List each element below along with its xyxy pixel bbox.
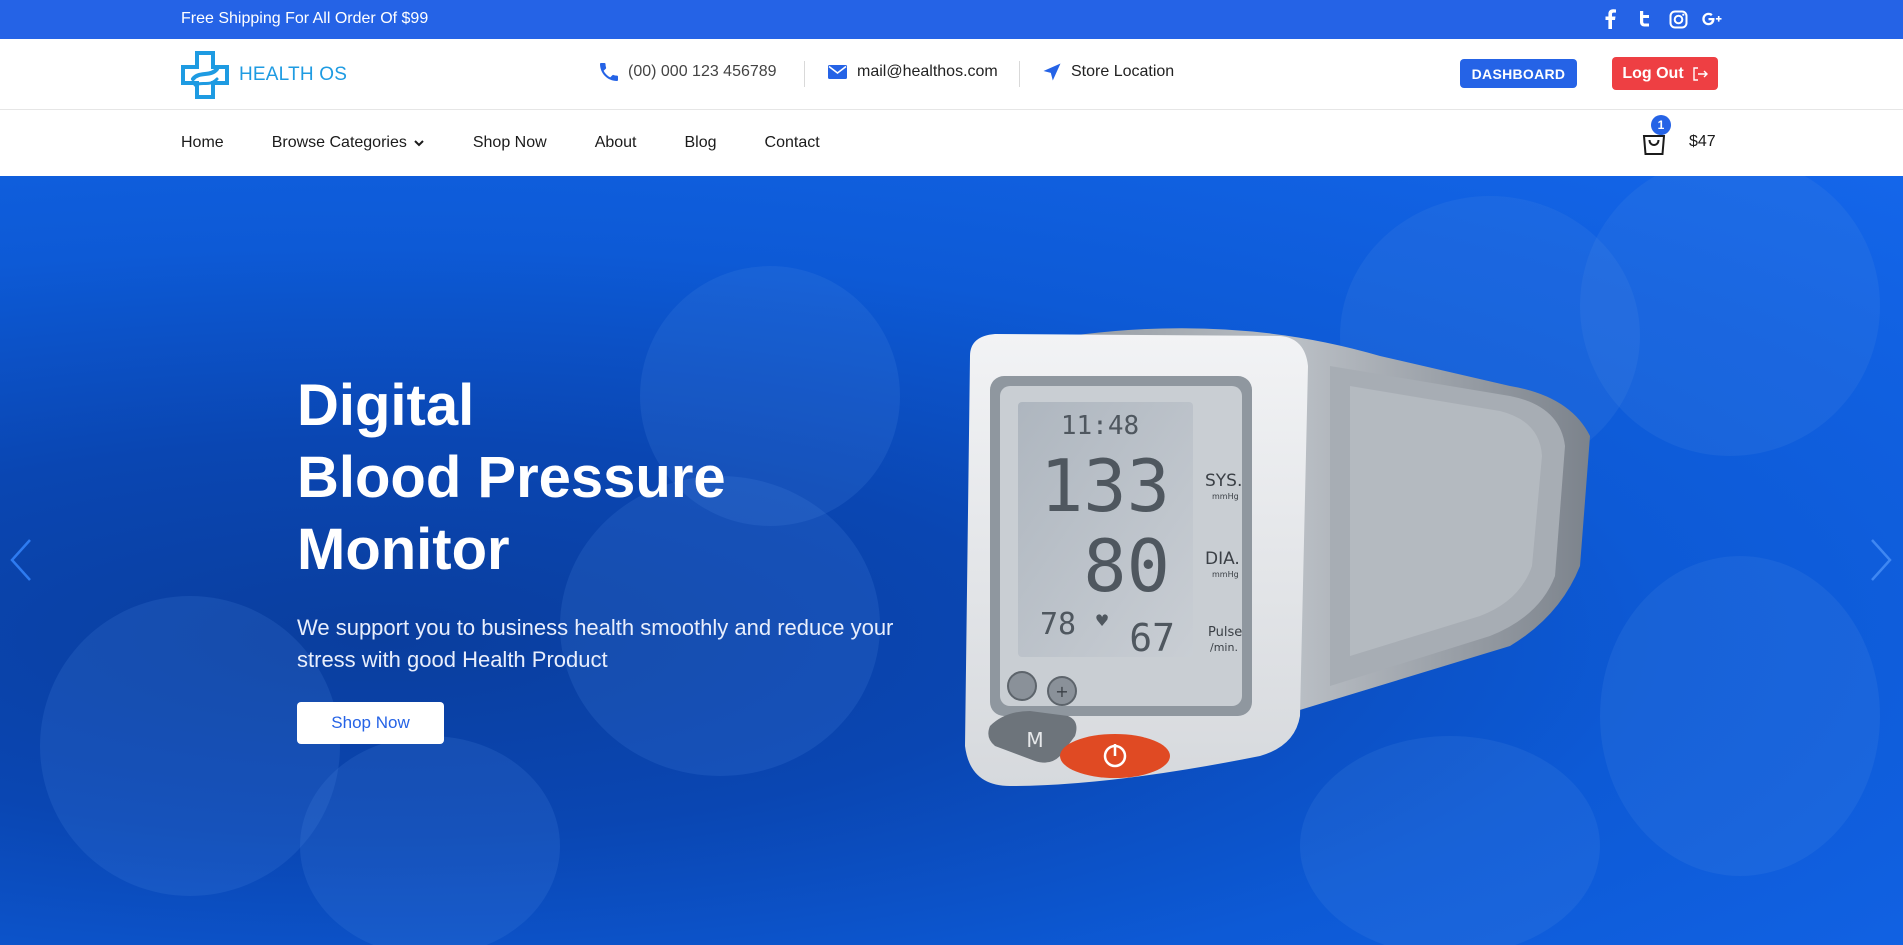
main-nav: Home Browse Categories Shop Now About Bl… — [0, 110, 1903, 176]
svg-text:♥: ♥ — [1095, 611, 1109, 630]
background-cell — [1600, 556, 1880, 876]
top-bar: Free Shipping For All Order Of $99 — [0, 0, 1903, 39]
social-links — [1600, 8, 1722, 30]
nav-label: Blog — [684, 134, 717, 151]
nav-label: Contact — [764, 134, 820, 151]
logo[interactable]: HEALTH OS — [181, 51, 347, 99]
cart-count-badge: 1 — [1651, 115, 1671, 135]
lcd-pulse-left: 78 — [1040, 607, 1076, 642]
nav-item-contact[interactable]: Contact — [765, 134, 820, 152]
hero-title-line: Blood Pressure — [297, 445, 726, 510]
svg-text:+: + — [1055, 682, 1068, 701]
divider — [1019, 61, 1020, 87]
slider-prev-arrow-icon[interactable] — [6, 536, 36, 584]
site-header: HEALTH OS (00) 000 123 456789 mail@healt… — [0, 39, 1903, 110]
instagram-icon[interactable] — [1668, 8, 1688, 30]
pulse-label: Pulse — [1208, 625, 1242, 640]
nav-label: Browse Categories — [271, 134, 407, 151]
background-cell — [300, 736, 560, 945]
free-shipping-promo: Free Shipping For All Order Of $99 — [181, 10, 429, 27]
sys-unit: mmHg — [1212, 492, 1239, 501]
nav-label: Home — [181, 134, 224, 151]
nav-label: About — [594, 134, 637, 151]
logout-icon — [1692, 66, 1708, 81]
divider — [804, 61, 805, 87]
nav-item-blog[interactable]: Blog — [685, 134, 717, 152]
lcd-time: 11:48 — [1061, 411, 1139, 441]
cart-total[interactable]: $47 — [1689, 133, 1716, 151]
envelope-icon — [828, 65, 847, 79]
nav-label: Shop Now — [472, 134, 547, 151]
logout-button[interactable]: Log Out — [1612, 57, 1718, 90]
blood-pressure-monitor-image: 11:48 133 80 78 67 ♥ SYS. mmHg DIA. mmHg… — [965, 328, 1590, 786]
hero-slider: Digital Blood Pressure Monitor We suppor… — [0, 176, 1903, 945]
hero-shop-now-button[interactable]: Shop Now — [297, 702, 444, 744]
nav-item-browse-categories[interactable]: Browse Categories — [272, 134, 425, 152]
chevron-down-icon — [414, 140, 424, 147]
hero-title-line: Digital — [297, 373, 475, 438]
background-cell — [40, 596, 340, 896]
store-location-link[interactable]: Store Location — [1043, 63, 1174, 81]
pulse-unit: /min. — [1210, 641, 1238, 654]
nav-item-about[interactable]: About — [595, 134, 637, 152]
logout-label: Log Out — [1622, 64, 1684, 82]
m-button-label: M — [1026, 728, 1043, 752]
health-cross-logo-icon — [181, 51, 229, 99]
nav-item-shop-now[interactable]: Shop Now — [473, 134, 547, 152]
sys-label: SYS. — [1205, 471, 1242, 491]
lcd-pulse: 67 — [1129, 616, 1175, 660]
phone-contact[interactable]: (00) 000 123 456789 — [600, 63, 777, 81]
email-contact[interactable]: mail@healthos.com — [828, 63, 998, 81]
email-address: mail@healthos.com — [857, 63, 998, 80]
store-location-label: Store Location — [1071, 63, 1175, 80]
twitter-icon[interactable] — [1634, 8, 1654, 30]
background-cell — [1580, 176, 1880, 456]
hero-title-line: Monitor — [297, 517, 510, 582]
dia-label: DIA. — [1205, 549, 1240, 569]
facebook-icon[interactable] — [1600, 8, 1620, 30]
phone-icon — [600, 63, 618, 81]
hero-title: Digital Blood Pressure Monitor — [297, 370, 726, 586]
lcd-sys: 133 — [1040, 444, 1170, 528]
slider-next-arrow-icon[interactable] — [1866, 536, 1896, 584]
logo-text: HEALTH OS — [239, 64, 348, 85]
hero-subtitle: We support you to business health smooth… — [297, 615, 894, 672]
location-arrow-icon — [1043, 63, 1061, 81]
phone-number: (00) 000 123 456789 — [628, 63, 777, 80]
dia-unit: mmHg — [1212, 570, 1239, 579]
nav-item-home[interactable]: Home — [181, 134, 224, 152]
dashboard-button[interactable]: DASHBOARD — [1460, 59, 1577, 88]
google-plus-icon[interactable] — [1702, 8, 1722, 30]
lcd-dia: 80 — [1083, 524, 1170, 608]
